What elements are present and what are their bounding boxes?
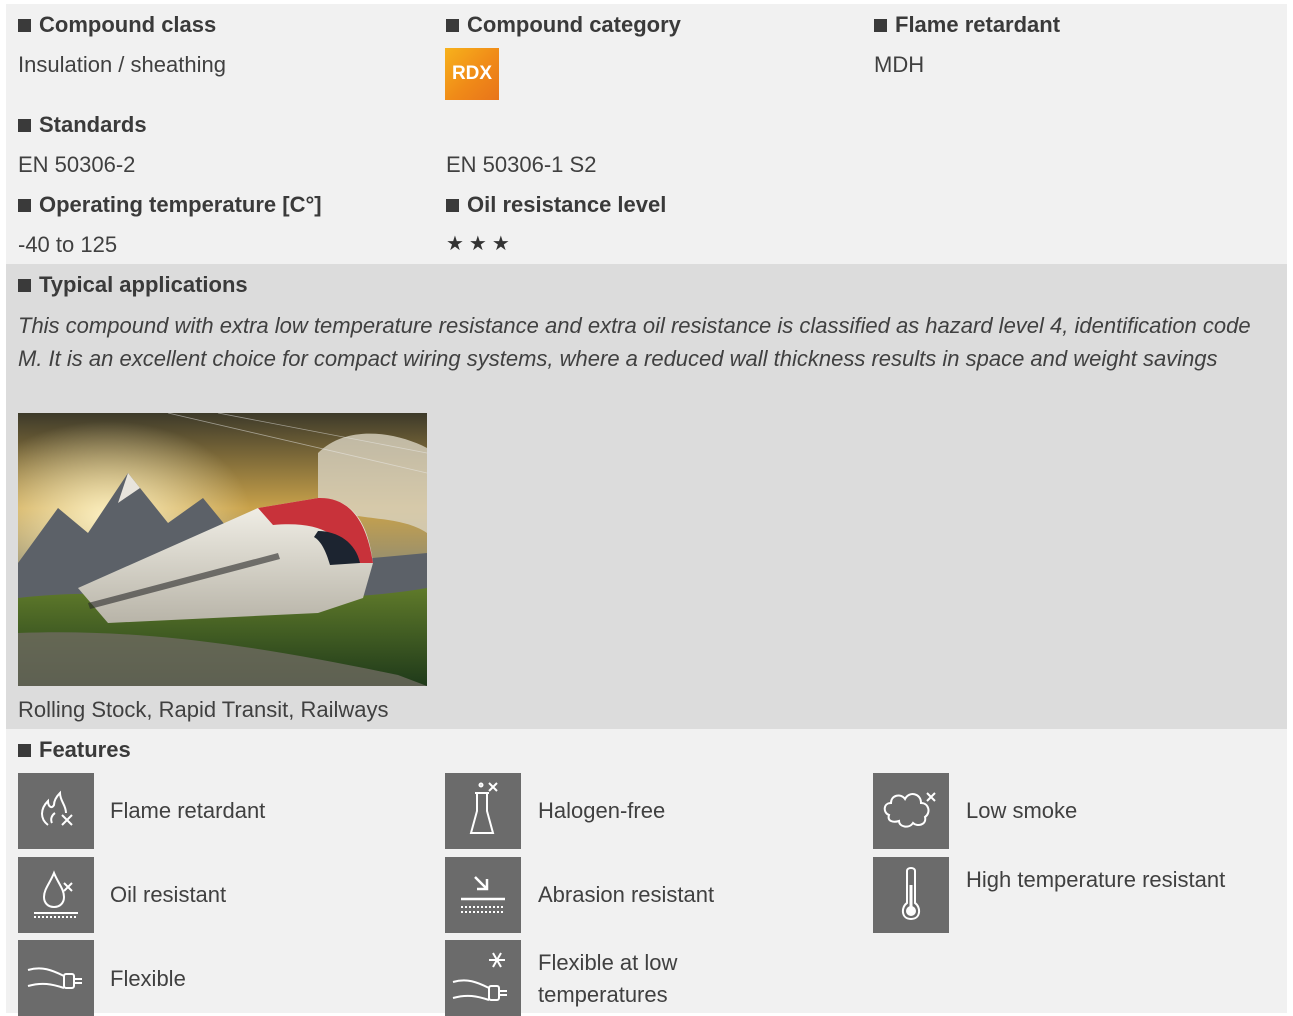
bent-cable-icon <box>18 940 94 1016</box>
typical-applications-heading: Typical applications <box>18 272 248 298</box>
cloud-cross-icon <box>873 773 949 849</box>
bullet-square-icon <box>18 199 31 212</box>
compound-class-value: Insulation / sheathing <box>18 52 226 77</box>
bullet-square-icon <box>18 279 31 292</box>
rdx-badge-icon: RDX <box>445 48 499 100</box>
bullet-square-icon <box>18 119 31 132</box>
oil-resistance-heading-text: Oil resistance level <box>467 192 667 217</box>
abrasion-arrow-icon <box>445 857 521 933</box>
bullet-square-icon <box>18 19 31 32</box>
compound-category-heading-text: Compound category <box>467 12 681 37</box>
bullet-square-icon <box>446 199 459 212</box>
feature-label: Flame retardant <box>110 798 266 823</box>
feature-label: Low smoke <box>966 798 1078 823</box>
compound-class-heading-text: Compound class <box>39 12 217 37</box>
typical-applications-description: This compound with extra low temperature… <box>18 313 1251 371</box>
standard-value: EN 50306-2 <box>18 152 136 177</box>
oil-resistance-stars: ★★★ <box>446 233 515 255</box>
feature-label: Halogen-free <box>538 798 666 823</box>
feature-label: Abrasion resistant <box>538 882 715 907</box>
feature-label: Flexible at low temperatures <box>538 950 678 1007</box>
operating-temperature-value: -40 to 125 <box>18 232 118 257</box>
compound-category-heading: Compound category <box>446 12 681 38</box>
bullet-square-icon <box>18 744 31 757</box>
application-caption: Rolling Stock, Rapid Transit, Railways <box>18 697 389 722</box>
typical-applications-heading-text: Typical applications <box>39 272 248 297</box>
features-heading: Features <box>18 737 131 763</box>
compound-datasheet: Compound class Insulation / sheathing Co… <box>0 0 1293 1016</box>
feature-label: High temperature resistant <box>966 867 1226 892</box>
properties-section <box>6 4 1287 264</box>
standard-value: EN 50306-1 S2 <box>446 152 597 177</box>
features-heading-text: Features <box>39 737 131 762</box>
feature-label: Flexible <box>110 966 186 991</box>
flame-retardant-heading-text: Flame retardant <box>895 12 1061 37</box>
snowflake-cable-icon <box>445 940 521 1016</box>
operating-temperature-heading: Operating temperature [C°] <box>18 192 322 218</box>
train-photo-graphic <box>18 413 427 686</box>
standards-heading-text: Standards <box>39 112 147 137</box>
train-photo <box>18 413 427 686</box>
flame-cross-icon <box>18 773 94 849</box>
drop-cross-icon <box>18 857 94 933</box>
flame-retardant-heading: Flame retardant <box>874 12 1060 38</box>
operating-temperature-heading-text: Operating temperature [C°] <box>39 192 322 217</box>
oil-resistance-heading: Oil resistance level <box>446 192 666 218</box>
flask-cross-icon <box>445 773 521 849</box>
standards-heading: Standards <box>18 112 147 138</box>
bullet-square-icon <box>874 19 887 32</box>
flame-retardant-value: MDH <box>874 52 925 77</box>
feature-label: Oil resistant <box>110 882 227 907</box>
bullet-square-icon <box>446 19 459 32</box>
compound-class-heading: Compound class <box>18 12 216 38</box>
thermometer-icon <box>873 857 949 933</box>
